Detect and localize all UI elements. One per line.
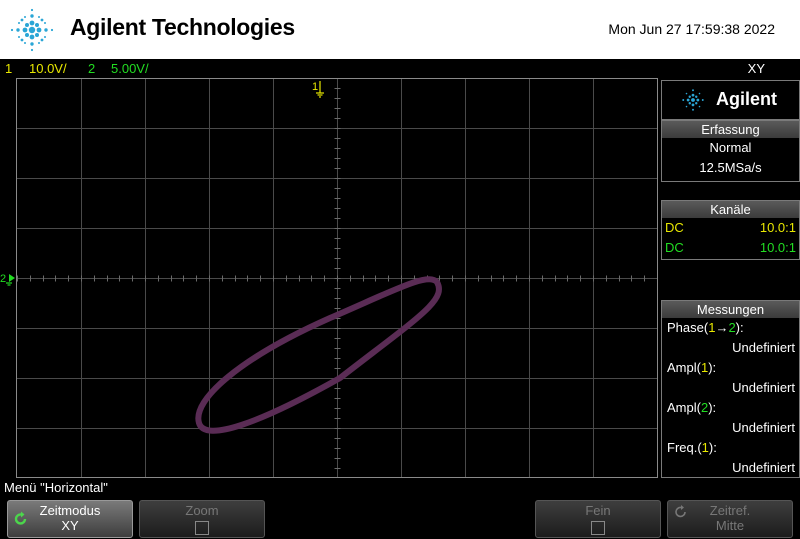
ch2-coupling: DC <box>665 240 684 255</box>
ch1-coupling: DC <box>665 220 684 235</box>
meas-ampl1-label: Ampl(1): <box>667 360 717 375</box>
channel-status-bar: 1 10.0V/ 2 5.00V/ XY <box>0 59 800 78</box>
acquisition-mode: Normal <box>709 140 752 155</box>
menu-title: Menü "Horizontal" <box>4 480 108 495</box>
timeref-softkey[interactable]: Zeitref. Mitte <box>667 500 793 538</box>
measurements-section[interactable]: Messungen Phase(1→2): Undefiniert Ampl(1… <box>661 300 800 478</box>
fine-label: Fein <box>585 503 611 518</box>
agilent-spark-small-icon <box>682 89 704 111</box>
panel-brand: Agilent <box>716 89 777 109</box>
ch1-marker-label: 1 <box>312 81 318 93</box>
acquisition-section[interactable]: Erfassung Normal 12.5MSa/s <box>661 120 800 182</box>
channels-title: Kanäle <box>662 201 799 218</box>
ch2-scale[interactable]: 5.00V/ <box>111 59 149 78</box>
channels-section[interactable]: Kanäle DC 10.0:1 DC 10.0:1 <box>661 200 800 260</box>
timeref-value: Mitte <box>715 518 745 533</box>
header-bar: Agilent Technologies Mon Jun 27 17:59:38… <box>0 0 800 59</box>
ch1-scale[interactable]: 10.0V/ <box>29 59 67 78</box>
meas-ampl2-value: Undefiniert <box>732 420 795 435</box>
zoom-label: Zoom <box>185 503 219 518</box>
ch1-probe: 10.0:1 <box>759 220 796 235</box>
meas-ampl1-value: Undefiniert <box>732 380 795 395</box>
timebase-mode-label: XY <box>747 61 765 76</box>
ch2-marker-label: 2 <box>0 273 6 285</box>
agilent-spark-logo <box>10 8 54 52</box>
info-side-panel: Agilent Erfassung Normal 12.5MSa/s Kanäl… <box>659 78 800 478</box>
ch2-probe: 10.0:1 <box>759 240 796 255</box>
agilent-badge: Agilent <box>661 80 800 120</box>
channel-row-1: DC 10.0:1 <box>662 218 799 238</box>
meas-freq1-label: Freq.(1): <box>667 440 717 455</box>
sample-rate: 12.5MSa/s <box>699 160 762 175</box>
acquisition-title: Erfassung <box>662 121 799 138</box>
rotate-knob-icon <box>675 505 686 518</box>
rotate-knob-icon <box>14 511 27 525</box>
meas-ampl2-label: Ampl(2): <box>667 400 717 415</box>
meas-phase-value: Undefiniert <box>732 340 795 355</box>
ch1-number[interactable]: 1 <box>5 59 12 78</box>
ch2-number[interactable]: 2 <box>88 59 95 78</box>
waveform-display[interactable]: 1 2 <box>0 78 659 478</box>
channel-row-2: DC 10.0:1 <box>662 238 799 258</box>
fine-softkey[interactable]: Fein <box>535 500 661 538</box>
meas-freq1-value: Undefiniert <box>732 460 795 475</box>
zoom-softkey[interactable]: Zoom <box>139 500 265 538</box>
timemode-softkey[interactable]: Zeitmodus XY <box>7 500 133 538</box>
datetime-readout: Mon Jun 27 17:59:38 2022 <box>608 21 775 37</box>
brand-title: Agilent Technologies <box>70 14 295 40</box>
measurements-title: Messungen <box>662 301 799 318</box>
zoom-checkbox[interactable] <box>195 521 209 535</box>
graticule: 1 2 <box>0 78 659 478</box>
softkey-menu-bar: Menü "Horizontal" Zeitmodus XY Zoom Fein… <box>0 478 800 539</box>
fine-checkbox[interactable] <box>591 521 605 535</box>
meas-phase-label: Phase(1→2): <box>667 320 744 335</box>
